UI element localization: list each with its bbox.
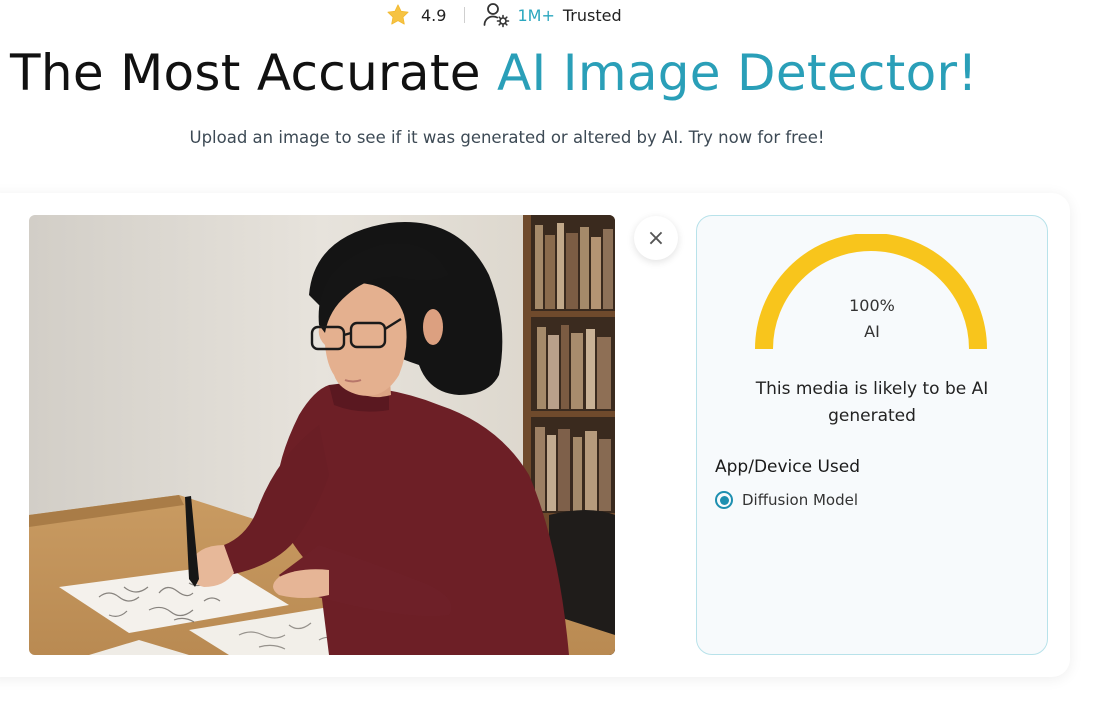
radio-selected-icon[interactable] <box>715 491 733 509</box>
close-button[interactable]: × <box>634 216 678 260</box>
gauge-value: 100% <box>849 296 895 315</box>
star-icon <box>387 4 409 25</box>
result-panel: 100% AI This media is likely to be AI ge… <box>696 215 1048 655</box>
page-subtitle: Upload an image to see if it was generat… <box>189 128 825 147</box>
title-plain: The Most Accurate <box>10 44 498 102</box>
trusted-label: Trusted <box>562 5 622 25</box>
title-accent: AI Image Detector! <box>497 44 978 102</box>
device-option[interactable]: Diffusion Model <box>715 491 858 509</box>
user-gear-icon <box>484 3 510 28</box>
user-count: 1M+ <box>517 5 555 25</box>
page-title: The Most Accurate AI Image Detector! <box>10 44 978 102</box>
close-icon: × <box>646 225 666 251</box>
gauge-label: AI <box>864 322 880 341</box>
trust-stats-bar: 4.9 1M+ Trusted <box>386 2 622 28</box>
uploaded-image <box>29 215 615 655</box>
divider <box>464 7 466 23</box>
verdict-text: This media is likely to be AI generated <box>755 379 989 426</box>
device-option-label: Diffusion Model <box>742 491 859 509</box>
rating-value: 4.9 <box>421 5 447 25</box>
radio-dot <box>719 495 729 505</box>
device-section-title: App/Device Used <box>715 457 861 477</box>
